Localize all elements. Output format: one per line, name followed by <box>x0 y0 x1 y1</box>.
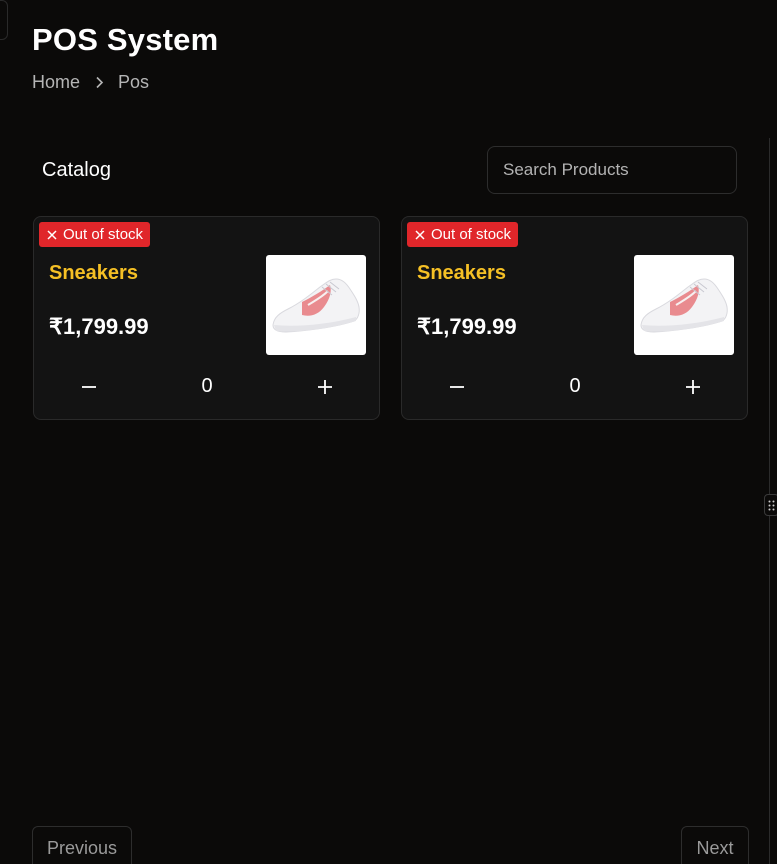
plus-icon <box>318 380 332 394</box>
pos-page: POS System Home Pos Catalog Out of stock… <box>0 0 777 864</box>
page-title: POS System <box>32 22 219 57</box>
product-price: ₹1,799.99 <box>49 314 149 339</box>
product-card[interactable]: Out of stock Sneakers ₹1,799.99 0 <box>33 216 380 420</box>
out-of-stock-badge: Out of stock <box>39 222 151 247</box>
badge-label: Out of stock <box>63 226 144 243</box>
decrease-quantity-button[interactable] <box>71 369 107 405</box>
breadcrumb-pos: Pos <box>118 72 150 92</box>
next-button[interactable]: Next <box>681 826 749 864</box>
minus-icon <box>82 386 96 388</box>
sneaker-image <box>634 255 734 355</box>
previous-button[interactable]: Previous <box>32 826 132 864</box>
increase-quantity-button[interactable] <box>675 369 711 405</box>
product-name: Sneakers <box>49 262 138 284</box>
sneaker-image <box>266 255 366 355</box>
out-of-stock-badge: Out of stock <box>407 222 519 247</box>
quantity-stepper: 0 <box>34 369 379 405</box>
close-icon <box>415 229 425 240</box>
decrease-quantity-button[interactable] <box>439 369 475 405</box>
quantity-stepper: 0 <box>402 369 747 405</box>
sidebar-toggle-tab[interactable] <box>0 0 8 40</box>
breadcrumb-home[interactable]: Home <box>32 72 80 93</box>
drag-handle-icon[interactable] <box>764 494 777 516</box>
quantity-value: 0 <box>201 375 213 397</box>
product-name: Sneakers <box>417 262 506 284</box>
breadcrumb: Home Pos <box>32 72 149 93</box>
chevron-right-icon <box>80 76 118 89</box>
quantity-value: 0 <box>569 375 581 397</box>
close-icon <box>47 229 57 240</box>
increase-quantity-button[interactable] <box>307 369 343 405</box>
product-price: ₹1,799.99 <box>417 314 517 339</box>
badge-label: Out of stock <box>431 226 512 243</box>
minus-icon <box>450 386 464 388</box>
product-card[interactable]: Out of stock Sneakers ₹1,799.99 0 <box>401 216 748 420</box>
search-input[interactable] <box>487 146 737 194</box>
plus-icon <box>686 380 700 394</box>
catalog-title: Catalog <box>42 159 111 181</box>
